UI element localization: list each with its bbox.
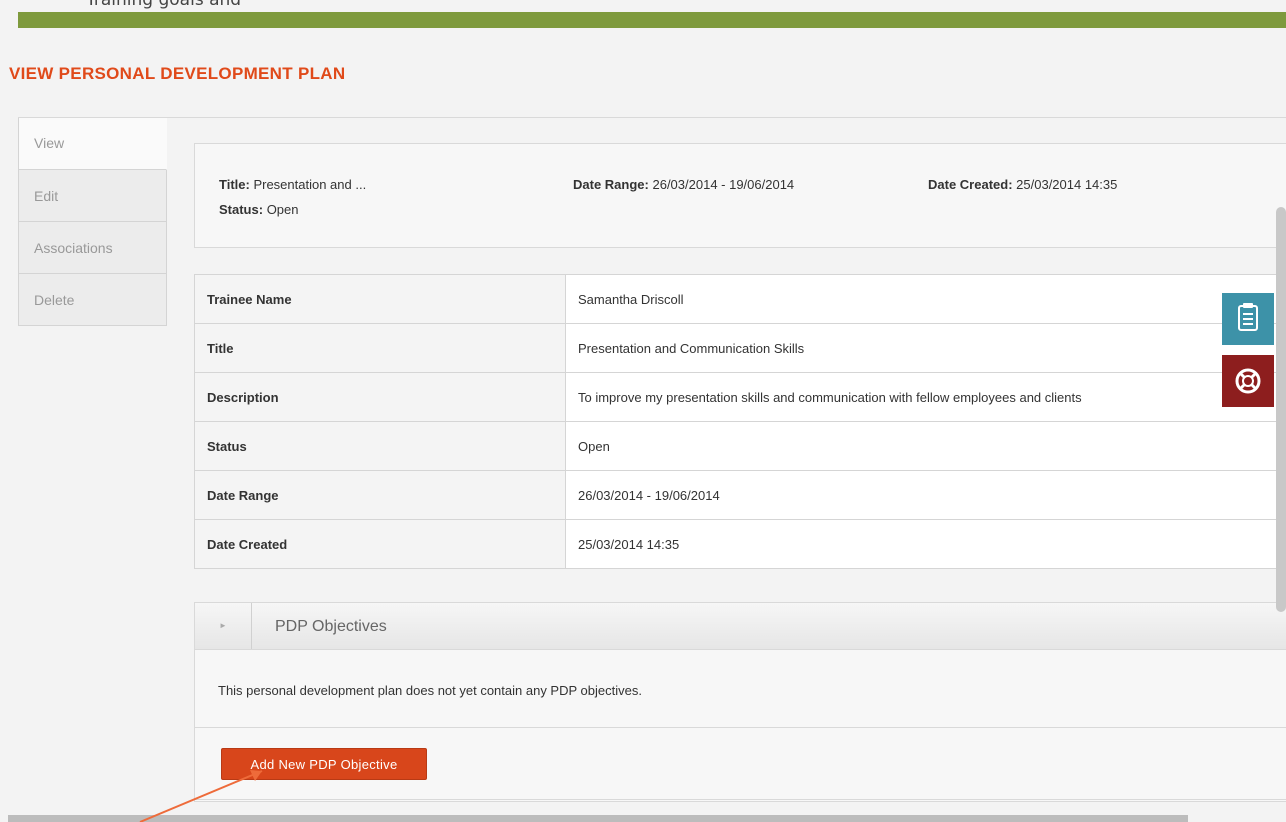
top-accent-bar bbox=[18, 12, 1286, 28]
summary-date-range: Date Range: 26/03/2014 - 19/06/2014 bbox=[573, 177, 794, 192]
empty-state-message: This personal development plan does not … bbox=[218, 683, 642, 698]
table-row: Trainee Name Samantha Driscoll bbox=[194, 274, 1286, 324]
summary-title-label: Title: bbox=[219, 177, 250, 192]
summary-panel: Title: Presentation and ... Status: Open… bbox=[194, 143, 1286, 248]
tab-associations[interactable]: Associations bbox=[19, 222, 167, 274]
title-divider bbox=[18, 117, 1286, 118]
divider bbox=[195, 799, 1286, 800]
summary-title-value: Presentation and ... bbox=[253, 177, 367, 192]
lifebuoy-icon bbox=[1235, 368, 1261, 394]
horizontal-scrollbar[interactable] bbox=[8, 815, 1188, 822]
summary-date-range-label: Date Range: bbox=[573, 177, 649, 192]
detail-value: Open bbox=[565, 421, 1286, 471]
summary-title: Title: Presentation and ... bbox=[219, 177, 366, 192]
summary-status-value: Open bbox=[266, 202, 299, 217]
summary-date-created: Date Created: 25/03/2014 14:35 bbox=[928, 177, 1117, 192]
caret-right-icon: ► bbox=[219, 621, 227, 630]
summary-date-created-value: 25/03/2014 14:35 bbox=[1016, 177, 1118, 192]
clipboard-icon bbox=[1238, 303, 1258, 331]
table-row: Date Created 25/03/2014 14:35 bbox=[194, 519, 1286, 569]
detail-key: Date Created bbox=[194, 519, 566, 569]
add-new-pdp-objective-button[interactable]: Add New PDP Objective bbox=[221, 748, 427, 780]
detail-key: Trainee Name bbox=[194, 274, 566, 324]
detail-key: Status bbox=[194, 421, 566, 471]
summary-status-label: Status: bbox=[219, 202, 264, 217]
table-row: Title Presentation and Communication Ski… bbox=[194, 323, 1286, 373]
tab-view[interactable]: View bbox=[19, 118, 167, 170]
detail-value: 26/03/2014 - 19/06/2014 bbox=[565, 470, 1286, 520]
detail-key: Date Range bbox=[194, 470, 566, 520]
summary-date-created-label: Date Created: bbox=[928, 177, 1013, 192]
detail-value: 25/03/2014 14:35 bbox=[565, 519, 1286, 569]
detail-key: Title bbox=[194, 323, 566, 373]
detail-value: Presentation and Communication Skills bbox=[565, 323, 1286, 373]
tab-edit[interactable]: Edit bbox=[19, 170, 167, 222]
summary-date-range-value: 26/03/2014 - 19/06/2014 bbox=[652, 177, 795, 192]
detail-value: Samantha Driscoll bbox=[565, 274, 1286, 324]
vertical-scrollbar[interactable] bbox=[1276, 207, 1286, 612]
notes-side-button[interactable] bbox=[1222, 293, 1274, 345]
details-table: Trainee Name Samantha Driscoll Title Pre… bbox=[194, 274, 1286, 569]
pdp-objectives-heading: PDP Objectives bbox=[275, 618, 387, 635]
detail-value: To improve my presentation skills and co… bbox=[565, 372, 1286, 422]
detail-key: Description bbox=[194, 372, 566, 422]
table-row: Description To improve my presentation s… bbox=[194, 372, 1286, 422]
summary-status: Status: Open bbox=[219, 202, 299, 217]
divider bbox=[195, 727, 1286, 728]
top-clipped-text: Training goals and bbox=[0, 0, 1286, 12]
table-row: Date Range 26/03/2014 - 19/06/2014 bbox=[194, 470, 1286, 520]
pdp-objectives-header[interactable]: ► PDP Objectives bbox=[195, 603, 1286, 650]
help-side-button[interactable] bbox=[1222, 355, 1274, 407]
table-row: Status Open bbox=[194, 421, 1286, 471]
side-tabs: View Edit Associations Delete bbox=[18, 118, 167, 326]
expand-toggle[interactable]: ► bbox=[195, 603, 252, 649]
pdp-objectives-panel: ► PDP Objectives This personal developme… bbox=[194, 602, 1286, 802]
tab-delete[interactable]: Delete bbox=[19, 274, 167, 326]
top-clipped-label: Training goals and bbox=[86, 0, 242, 10]
page-title: VIEW PERSONAL DEVELOPMENT PLAN bbox=[9, 64, 346, 83]
